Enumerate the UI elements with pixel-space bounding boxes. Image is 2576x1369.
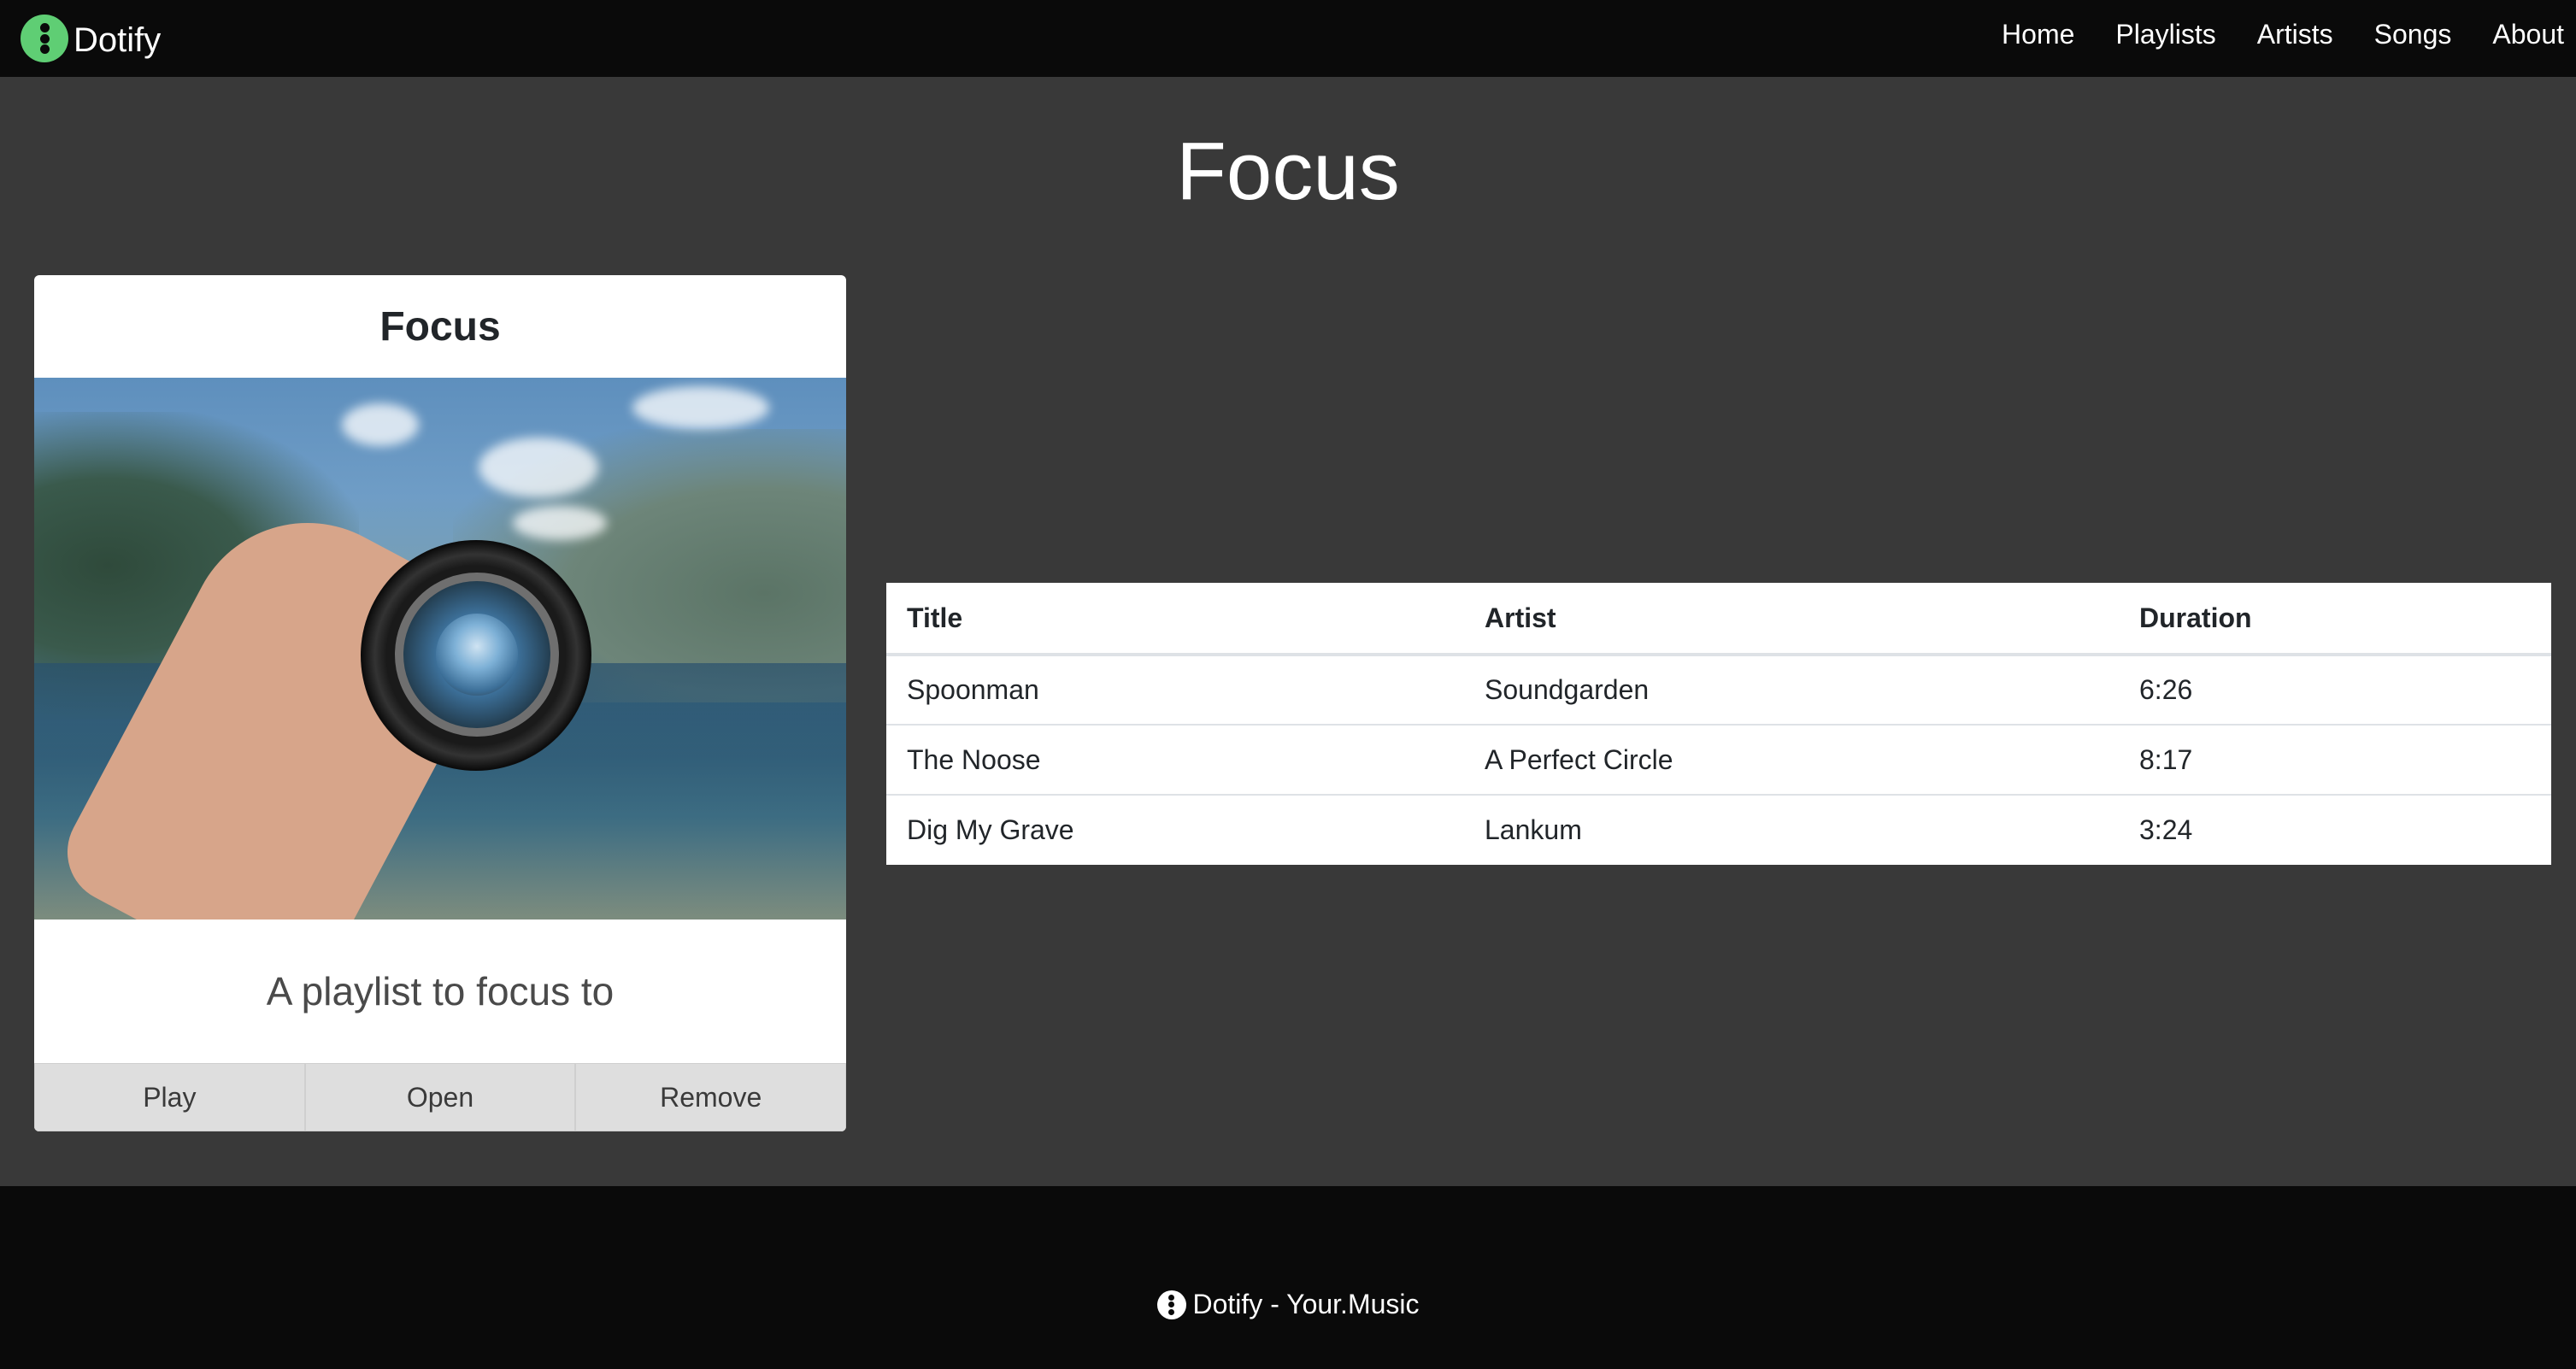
song-artist: Lankum	[1464, 794, 2119, 865]
songs-table: Title Artist Duration Spoonman Soundgard…	[886, 583, 2551, 865]
nav-link-about[interactable]: About	[2492, 19, 2564, 50]
playlist-cover-image	[34, 378, 846, 920]
table-row[interactable]: The Noose A Perfect Circle 8:17	[886, 724, 2551, 795]
song-artist: A Perfect Circle	[1464, 724, 2119, 795]
nav-links: Home Playlists Artists Songs About	[1961, 0, 2564, 68]
column-header-title: Title	[886, 583, 1464, 656]
open-button[interactable]: Open	[304, 1063, 576, 1131]
song-duration: 6:26	[2119, 654, 2551, 725]
navbar: Dotify Home Playlists Artists Songs Abou…	[0, 0, 2576, 77]
song-title: Dig My Grave	[886, 794, 1464, 865]
song-duration: 3:24	[2119, 794, 2551, 865]
footer: Dotify - Your.Music	[0, 1186, 2576, 1369]
playlist-card: Focus A playlist to focus to Play Open R…	[34, 275, 846, 1131]
brand-link[interactable]: Dotify	[21, 7, 161, 70]
page-title: Focus	[1176, 126, 1400, 217]
footer-text: Dotify - Your.Music	[1192, 1289, 1420, 1319]
dotify-logo-icon	[1156, 1290, 1186, 1319]
dotify-logo-icon	[21, 15, 68, 62]
playlist-description: A playlist to focus to	[266, 969, 615, 1014]
table-row[interactable]: Dig My Grave Lankum 3:24	[886, 794, 2551, 865]
table-row[interactable]: Spoonman Soundgarden 6:26	[886, 654, 2551, 725]
song-artist: Soundgarden	[1464, 654, 2119, 725]
nav-link-playlists[interactable]: Playlists	[2115, 19, 2215, 50]
remove-button[interactable]: Remove	[575, 1063, 846, 1131]
nav-link-artists[interactable]: Artists	[2257, 19, 2333, 50]
table-header-row: Title Artist Duration	[886, 583, 2551, 656]
playlist-card-actions: Play Open Remove	[34, 1063, 846, 1131]
brand-name: Dotify	[74, 21, 162, 59]
nav-link-songs[interactable]: Songs	[2374, 19, 2452, 50]
song-title: Spoonman	[886, 654, 1464, 725]
song-duration: 8:17	[2119, 724, 2551, 795]
song-title: The Noose	[886, 724, 1464, 795]
playlist-card-title: Focus	[379, 303, 501, 350]
column-header-artist: Artist	[1464, 583, 2119, 656]
play-button[interactable]: Play	[34, 1063, 305, 1131]
main-content: Focus Focus A playlist to focus to Play …	[0, 77, 2576, 1186]
footer-content: Dotify - Your.Music	[0, 1289, 2576, 1320]
column-header-duration: Duration	[2119, 583, 2551, 656]
nav-link-home[interactable]: Home	[2002, 19, 2074, 50]
